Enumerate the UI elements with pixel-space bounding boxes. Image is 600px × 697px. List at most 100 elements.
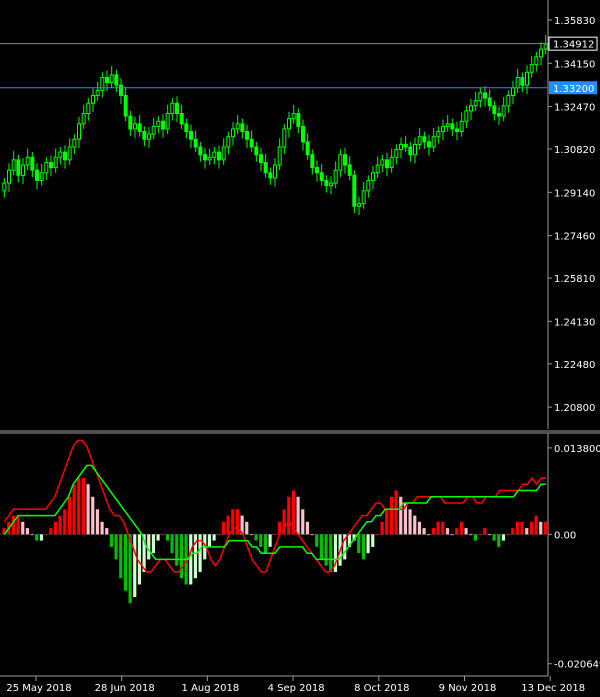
candle-body	[77, 123, 81, 140]
histogram-bar	[44, 534, 48, 536]
histogram-bar	[259, 534, 263, 547]
histogram-bar	[375, 534, 379, 536]
histogram-bar	[133, 534, 137, 598]
candle-body	[91, 94, 95, 104]
time-tick-label: 28 Jun 2018	[95, 683, 155, 694]
histogram-bar	[35, 534, 39, 541]
candle-body	[455, 128, 459, 133]
candle-body	[63, 151, 67, 161]
current-price-label: 1.34912	[553, 40, 594, 51]
histogram-bar	[459, 521, 463, 535]
candle-body	[310, 154, 315, 169]
candle-body	[305, 141, 310, 156]
histogram-bar	[501, 534, 505, 541]
candle-body	[235, 123, 240, 130]
candle-body	[114, 74, 119, 86]
histogram-bar	[427, 534, 431, 536]
candle-body	[506, 94, 511, 107]
histogram-bar	[175, 534, 179, 566]
histogram-bar	[473, 534, 477, 541]
histogram-bar	[245, 521, 249, 535]
oscillator-tick-label: -0.020649	[554, 660, 600, 671]
candle-body	[291, 113, 296, 120]
histogram-bar	[385, 509, 389, 535]
histogram-bar	[543, 521, 547, 535]
candle-body	[184, 123, 189, 133]
histogram-bar	[221, 521, 225, 535]
histogram-bar	[95, 509, 99, 535]
histogram-bar	[506, 534, 510, 536]
candle-body	[156, 120, 161, 127]
histogram-bar	[366, 534, 370, 554]
candle-body	[431, 136, 436, 148]
histogram-bar	[207, 534, 211, 547]
histogram-bar	[21, 521, 25, 535]
candle-body	[53, 156, 58, 169]
price-tick-label: 1.25810	[554, 274, 595, 285]
candle-body	[361, 190, 366, 205]
histogram-bar	[77, 477, 81, 535]
histogram-bar	[114, 534, 118, 560]
histogram-bar	[11, 515, 15, 535]
histogram-bar	[109, 534, 113, 547]
candle-body	[469, 105, 473, 112]
candle-body	[16, 159, 21, 176]
candle-body	[529, 64, 534, 73]
histogram-bar	[389, 496, 393, 535]
candle-body	[487, 97, 492, 107]
candle-body	[35, 169, 39, 181]
histogram-bar	[179, 534, 183, 579]
histogram-bar	[151, 534, 155, 554]
candle-body	[119, 84, 123, 96]
histogram-bar	[305, 521, 309, 535]
candle-body	[217, 151, 221, 161]
histogram-bar	[268, 534, 272, 547]
candle-body	[413, 143, 417, 156]
histogram-bar	[529, 521, 533, 535]
price-tick-label: 1.22480	[554, 360, 595, 371]
candle-body	[212, 151, 217, 158]
price-tick-label: 1.32470	[554, 103, 595, 114]
time-tick-label: 1 Aug 2018	[182, 683, 240, 694]
histogram-bar	[165, 534, 169, 541]
candle-body	[389, 156, 394, 169]
candle-body	[534, 56, 539, 66]
candle-body	[343, 154, 347, 166]
candle-body	[422, 136, 427, 143]
histogram-bar	[226, 515, 230, 535]
histogram-bar	[361, 534, 365, 560]
histogram-bar	[212, 534, 216, 541]
candle-body	[543, 43, 548, 50]
histogram-bar	[301, 509, 305, 535]
histogram-bar	[436, 521, 440, 535]
histogram-bar	[273, 534, 277, 536]
histogram-bar	[497, 534, 501, 547]
candle-body	[151, 125, 156, 135]
candle-body	[399, 143, 403, 151]
histogram-bar	[235, 509, 239, 535]
candle-body	[100, 76, 105, 91]
histogram-bar	[329, 534, 333, 572]
histogram-bar	[408, 509, 412, 535]
candle-body	[170, 102, 175, 115]
histogram-bar	[319, 534, 323, 560]
histogram-bar	[399, 496, 403, 535]
candle-body	[338, 154, 343, 171]
candle-body	[240, 123, 245, 133]
level-price-label: 1.33200	[553, 84, 594, 95]
histogram-bar	[511, 528, 515, 535]
candle-body	[7, 169, 11, 184]
candle-body	[385, 159, 389, 169]
candle-body	[72, 138, 77, 148]
candle-body	[95, 89, 100, 96]
candle-body	[450, 123, 455, 130]
candle-body	[436, 131, 441, 138]
histogram-bar	[450, 534, 454, 536]
histogram-bar	[254, 534, 258, 541]
price-tick-label: 1.20800	[554, 403, 595, 414]
histogram-bar	[123, 534, 127, 591]
histogram-bar	[445, 528, 449, 535]
candle-body	[473, 100, 478, 107]
candle-body	[464, 110, 469, 122]
candle-body	[2, 182, 7, 192]
